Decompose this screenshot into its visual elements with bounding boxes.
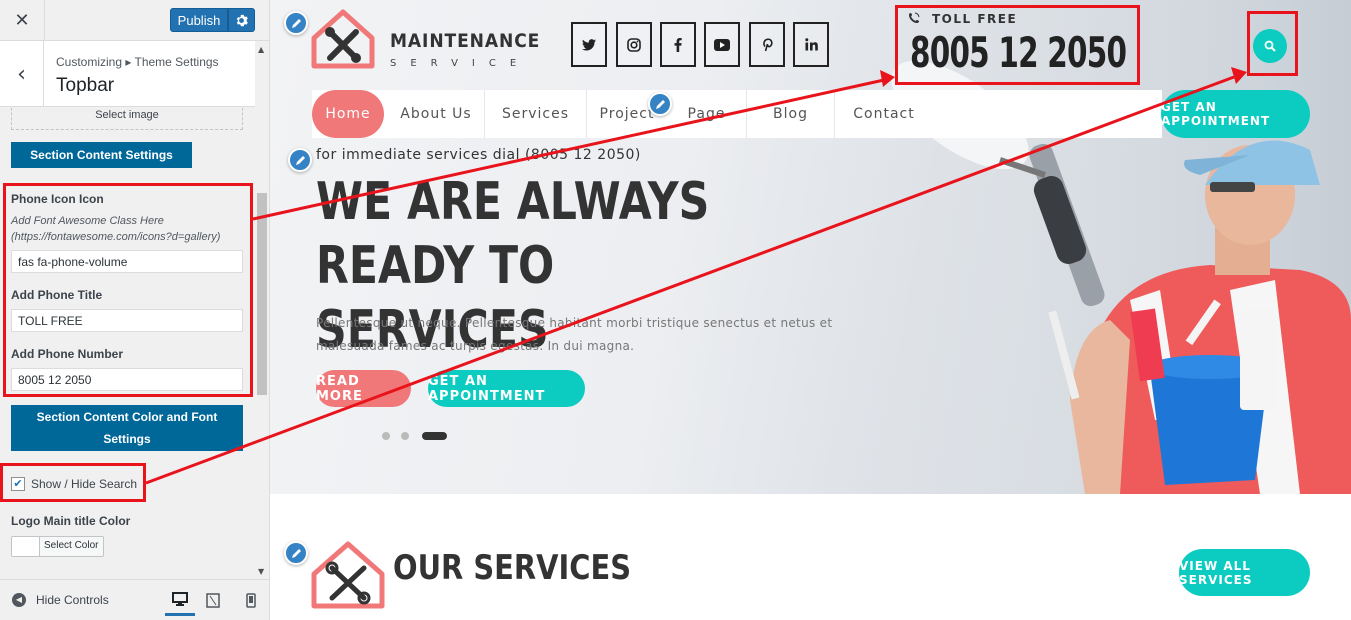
slider-dot[interactable]	[401, 432, 409, 440]
nav-item-blog[interactable]: Blog	[747, 90, 835, 138]
section-header: ‹ Customizing ▸ Theme Settings Topbar	[0, 41, 255, 107]
hero-slider: MAINTENANCE SERVICE TOLL FREE 8005 12 20…	[270, 0, 1351, 494]
nav-item-about-us[interactable]: About Us	[388, 90, 485, 138]
select-color-button[interactable]: Select Color	[11, 536, 104, 557]
main-nav: Home About Us Services Project Page Blog…	[312, 90, 1162, 138]
customizer-footer: ◀ Hide Controls	[0, 579, 269, 620]
tablet-preview-icon[interactable]	[202, 590, 224, 610]
phone-number-input[interactable]	[11, 368, 243, 391]
phone-title-label: Add Phone Title	[11, 288, 103, 302]
linkedin-icon[interactable]	[793, 22, 829, 67]
phone-volume-icon	[908, 12, 920, 27]
youtube-icon[interactable]	[704, 22, 740, 67]
slider-dot[interactable]	[382, 432, 390, 440]
facebook-icon[interactable]	[660, 22, 696, 67]
site-preview: MAINTENANCE SERVICE TOLL FREE 8005 12 20…	[270, 0, 1351, 620]
edit-pencil-icon[interactable]	[284, 541, 308, 565]
read-more-button[interactable]: READ MORE	[316, 370, 411, 407]
scroll-down-icon[interactable]: ▼	[258, 567, 264, 576]
edit-pencil-icon[interactable]	[284, 11, 308, 35]
twitter-icon[interactable]	[571, 22, 607, 67]
select-color-label: Select Color	[44, 540, 99, 551]
services-title: OUR SERVICES	[393, 548, 632, 588]
edit-pencil-icon[interactable]	[288, 148, 312, 172]
customizer-header: ✕ Publish	[0, 0, 269, 41]
publish-settings-gear-icon[interactable]	[228, 8, 255, 32]
color-font-settings-button[interactable]: Section Content Color and Font Settings	[11, 405, 243, 451]
search-icon[interactable]	[1253, 29, 1287, 63]
logo-subtitle: SERVICE	[390, 58, 531, 69]
close-icon[interactable]: ✕	[0, 0, 45, 41]
select-image-button[interactable]: Select image	[11, 108, 243, 130]
get-appointment-button[interactable]: GET AN APPOINTMENT	[1161, 90, 1310, 138]
phone-icon-label: Phone Icon Icon	[11, 192, 104, 206]
nav-item-home[interactable]: Home	[312, 90, 384, 138]
mobile-preview-icon[interactable]	[240, 590, 262, 610]
phone-title-input[interactable]	[11, 309, 243, 332]
phone-number[interactable]: 8005 12 2050	[910, 28, 1127, 77]
slider-dot-active[interactable]	[422, 432, 447, 440]
section-title: Topbar	[56, 75, 115, 96]
breadcrumb: Customizing ▸ Theme Settings	[56, 55, 219, 69]
nav-item-services[interactable]: Services	[485, 90, 587, 138]
scroll-thumb[interactable]	[257, 193, 267, 395]
hero-text: Pellentesque ut neque. Pellentesque habi…	[316, 316, 833, 353]
view-all-services-button[interactable]: VIEW ALL SERVICES	[1179, 549, 1310, 596]
logo-title[interactable]: MAINTENANCE	[390, 30, 540, 52]
collapse-arrow-icon[interactable]: ◀	[12, 593, 26, 607]
pinterest-icon[interactable]	[749, 22, 785, 67]
maintenance-logo-icon[interactable]	[310, 8, 376, 70]
phone-icon-input[interactable]	[11, 250, 243, 273]
show-hide-search-label[interactable]: Show / Hide Search	[31, 477, 137, 491]
sidebar-scrollbar[interactable]: ▲ ▼	[255, 41, 269, 579]
desktop-preview-icon[interactable]	[165, 585, 195, 616]
phone-icon-description: Add Font Awesome Class Here (https://fon…	[11, 215, 221, 243]
scroll-up-icon[interactable]: ▲	[258, 45, 264, 54]
hero-tagline: for immediate services dial (8005 12 205…	[316, 147, 641, 163]
customizer-sidebar: ✕ Publish ‹ Customizing ▸ Theme Settings…	[0, 0, 270, 620]
hide-controls-button[interactable]: Hide Controls	[36, 593, 109, 607]
color-swatch	[12, 537, 40, 556]
publish-button[interactable]: Publish	[170, 8, 228, 32]
nav-item-contact[interactable]: Contact	[835, 90, 933, 138]
logo-color-label: Logo Main title Color	[11, 514, 131, 528]
edit-pencil-icon[interactable]	[648, 92, 672, 116]
services-logo-icon	[311, 541, 385, 609]
phone-number-label: Add Phone Number	[11, 347, 124, 361]
section-content-settings-button[interactable]: Section Content Settings	[11, 142, 192, 168]
back-arrow-icon[interactable]: ‹	[0, 41, 44, 107]
customizer-controls: Select image Section Content Settings Ph…	[0, 108, 255, 578]
nav-item-page[interactable]: Page	[667, 90, 747, 138]
hero-appointment-button[interactable]: GET AN APPOINTMENT	[428, 370, 585, 407]
phone-title: TOLL FREE	[932, 12, 1018, 26]
instagram-icon[interactable]	[616, 22, 652, 67]
show-hide-search-checkbox[interactable]: ✔	[11, 477, 25, 491]
